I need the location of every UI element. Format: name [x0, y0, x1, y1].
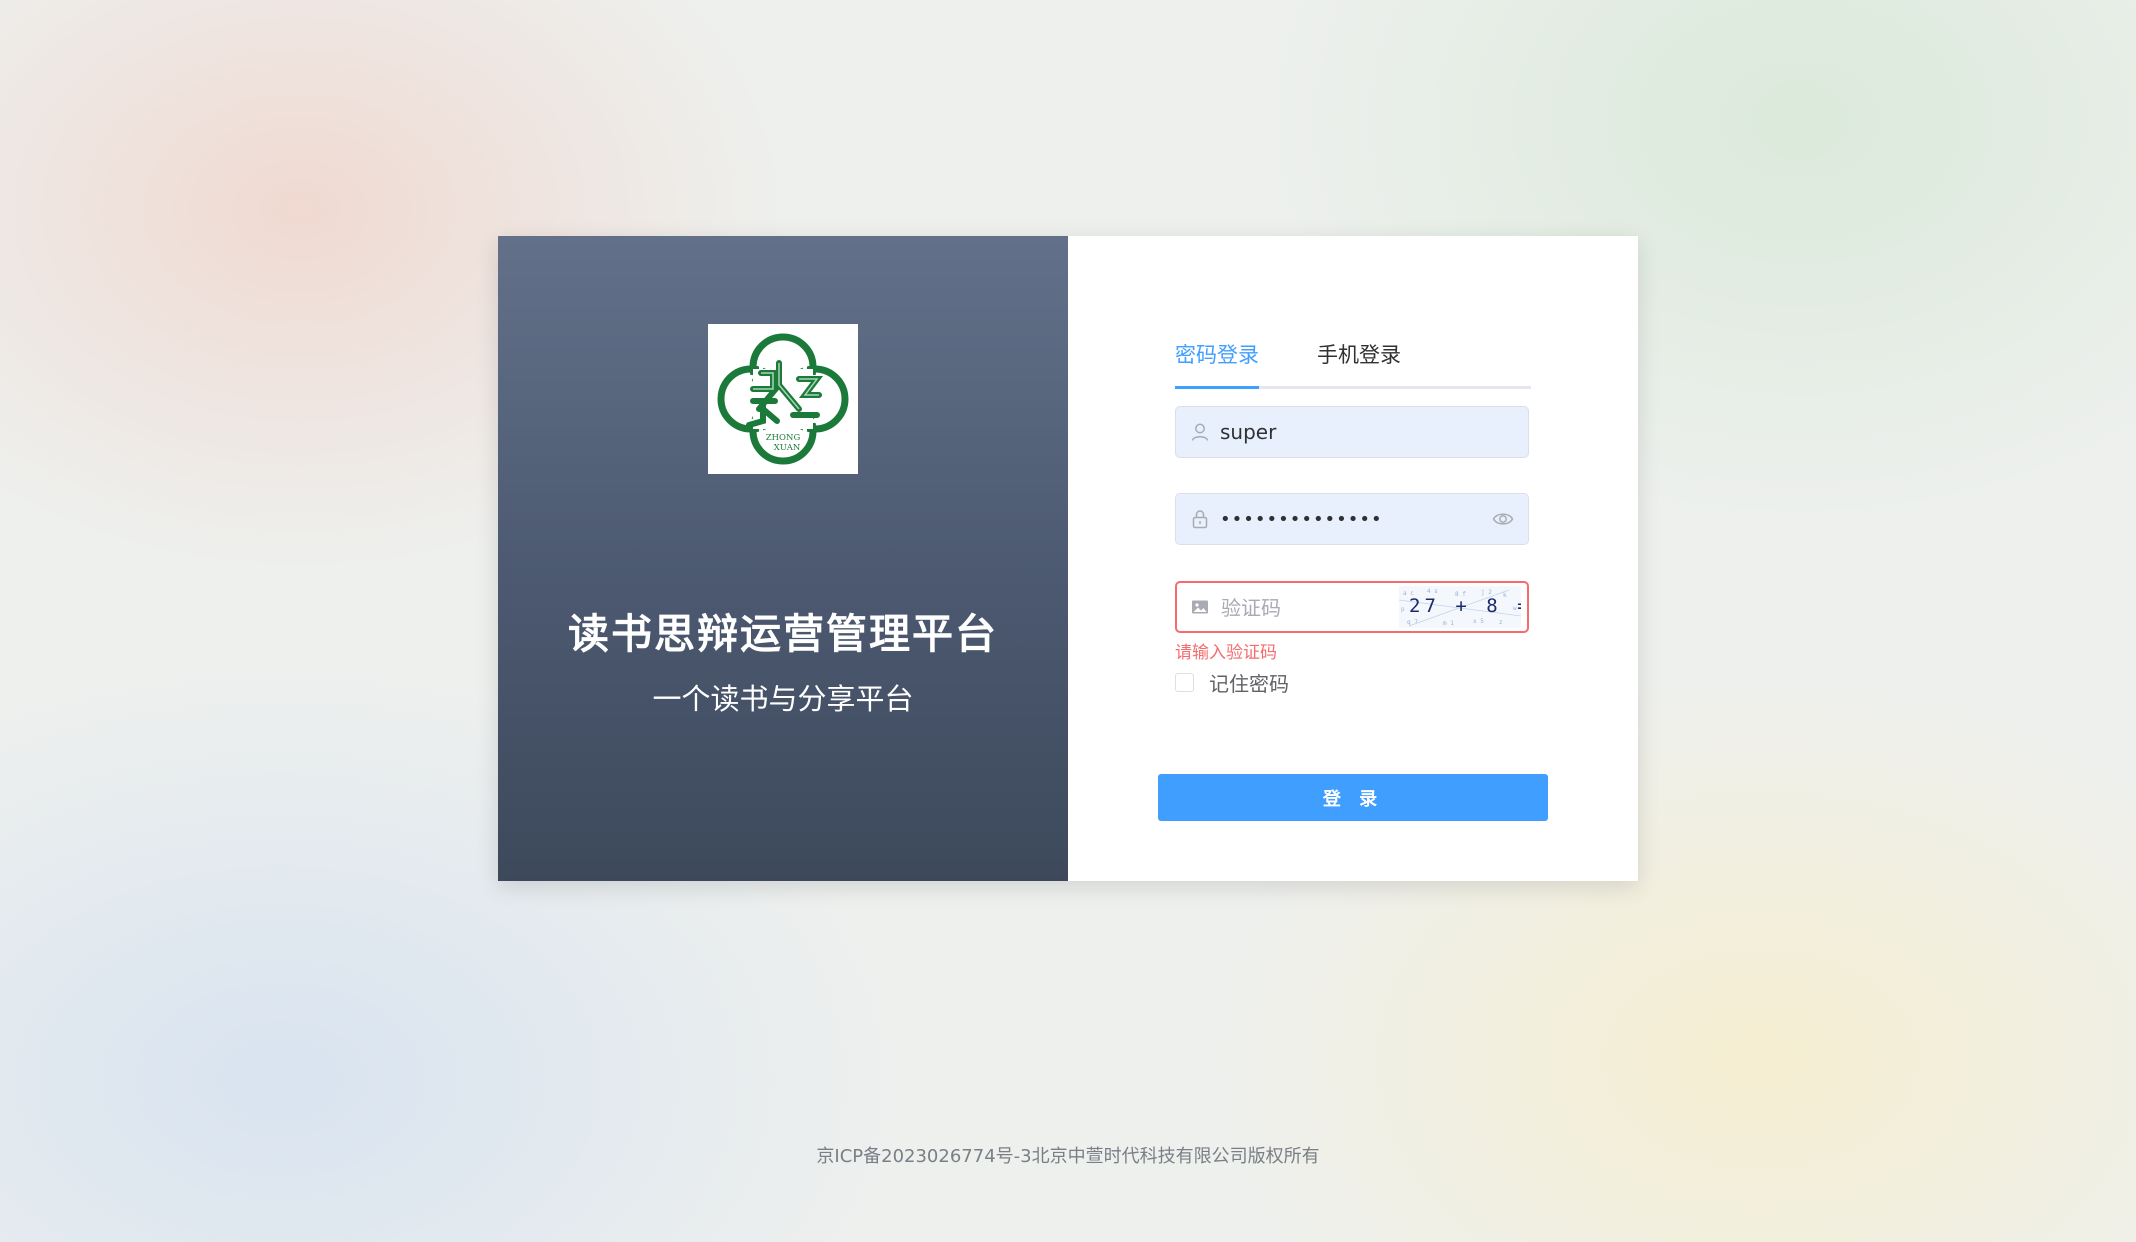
zhongxuan-logo-icon: ZHONG XUAN — [717, 333, 849, 465]
logo-text-xuan: XUAN — [774, 443, 801, 453]
svg-text:m 1: m 1 — [1443, 620, 1454, 627]
user-icon — [1191, 423, 1209, 441]
svg-text:z: z — [1499, 619, 1503, 626]
password-field[interactable] — [1175, 493, 1529, 545]
login-form-panel: 密码登录 手机登录 super 验证码 a c 4 s 8 f j 2 k q … — [1068, 236, 1638, 881]
logo: ZHONG XUAN — [708, 324, 858, 474]
brand-panel: ZHONG XUAN 读书思辩运营管理平台 一个读书与分享平台 — [498, 236, 1068, 881]
login-card: ZHONG XUAN 读书思辩运营管理平台 一个读书与分享平台 密码登录 手机登… — [498, 236, 1638, 881]
tab-phone-login[interactable]: 手机登录 — [1317, 336, 1407, 386]
username-field[interactable] — [1175, 406, 1529, 458]
remember-checkbox[interactable] — [1175, 673, 1194, 692]
logo-text-zhong: ZHONG — [766, 433, 801, 443]
svg-text:4 s: 4 s — [1427, 588, 1438, 595]
captcha-field[interactable]: a c4 s8 f j 2kq 7 m 1x 5z wp 27 + 8 = — [1175, 581, 1529, 633]
eye-icon[interactable] — [1492, 509, 1514, 529]
remember-label: 记住密码 — [1209, 672, 1289, 696]
tab-password-login[interactable]: 密码登录 — [1175, 336, 1259, 389]
captcha-image[interactable]: a c4 s8 f j 2kq 7 m 1x 5z wp 27 + 8 = — [1399, 586, 1521, 628]
brand-title: 读书思辩运营管理平台 — [568, 610, 998, 658]
login-button[interactable]: 登 录 — [1158, 774, 1548, 821]
captcha-text: 27 + 8 = — [1409, 595, 1521, 617]
image-icon — [1192, 600, 1208, 614]
footer-copyright: 京ICP备2023026774号-3北京中萱时代科技有限公司版权所有 — [816, 1146, 1320, 1167]
password-input[interactable] — [1220, 494, 1460, 544]
username-input[interactable] — [1220, 407, 1460, 457]
login-tabs: 密码登录 手机登录 — [1175, 336, 1531, 389]
svg-text:p: p — [1401, 606, 1405, 613]
remember-password[interactable]: 记住密码 — [1175, 668, 1289, 697]
lock-icon — [1192, 510, 1208, 529]
svg-text:x 5: x 5 — [1473, 618, 1484, 625]
captcha-error-message: 请输入验证码 — [1175, 643, 1277, 663]
brand-subtitle: 一个读书与分享平台 — [652, 682, 914, 716]
